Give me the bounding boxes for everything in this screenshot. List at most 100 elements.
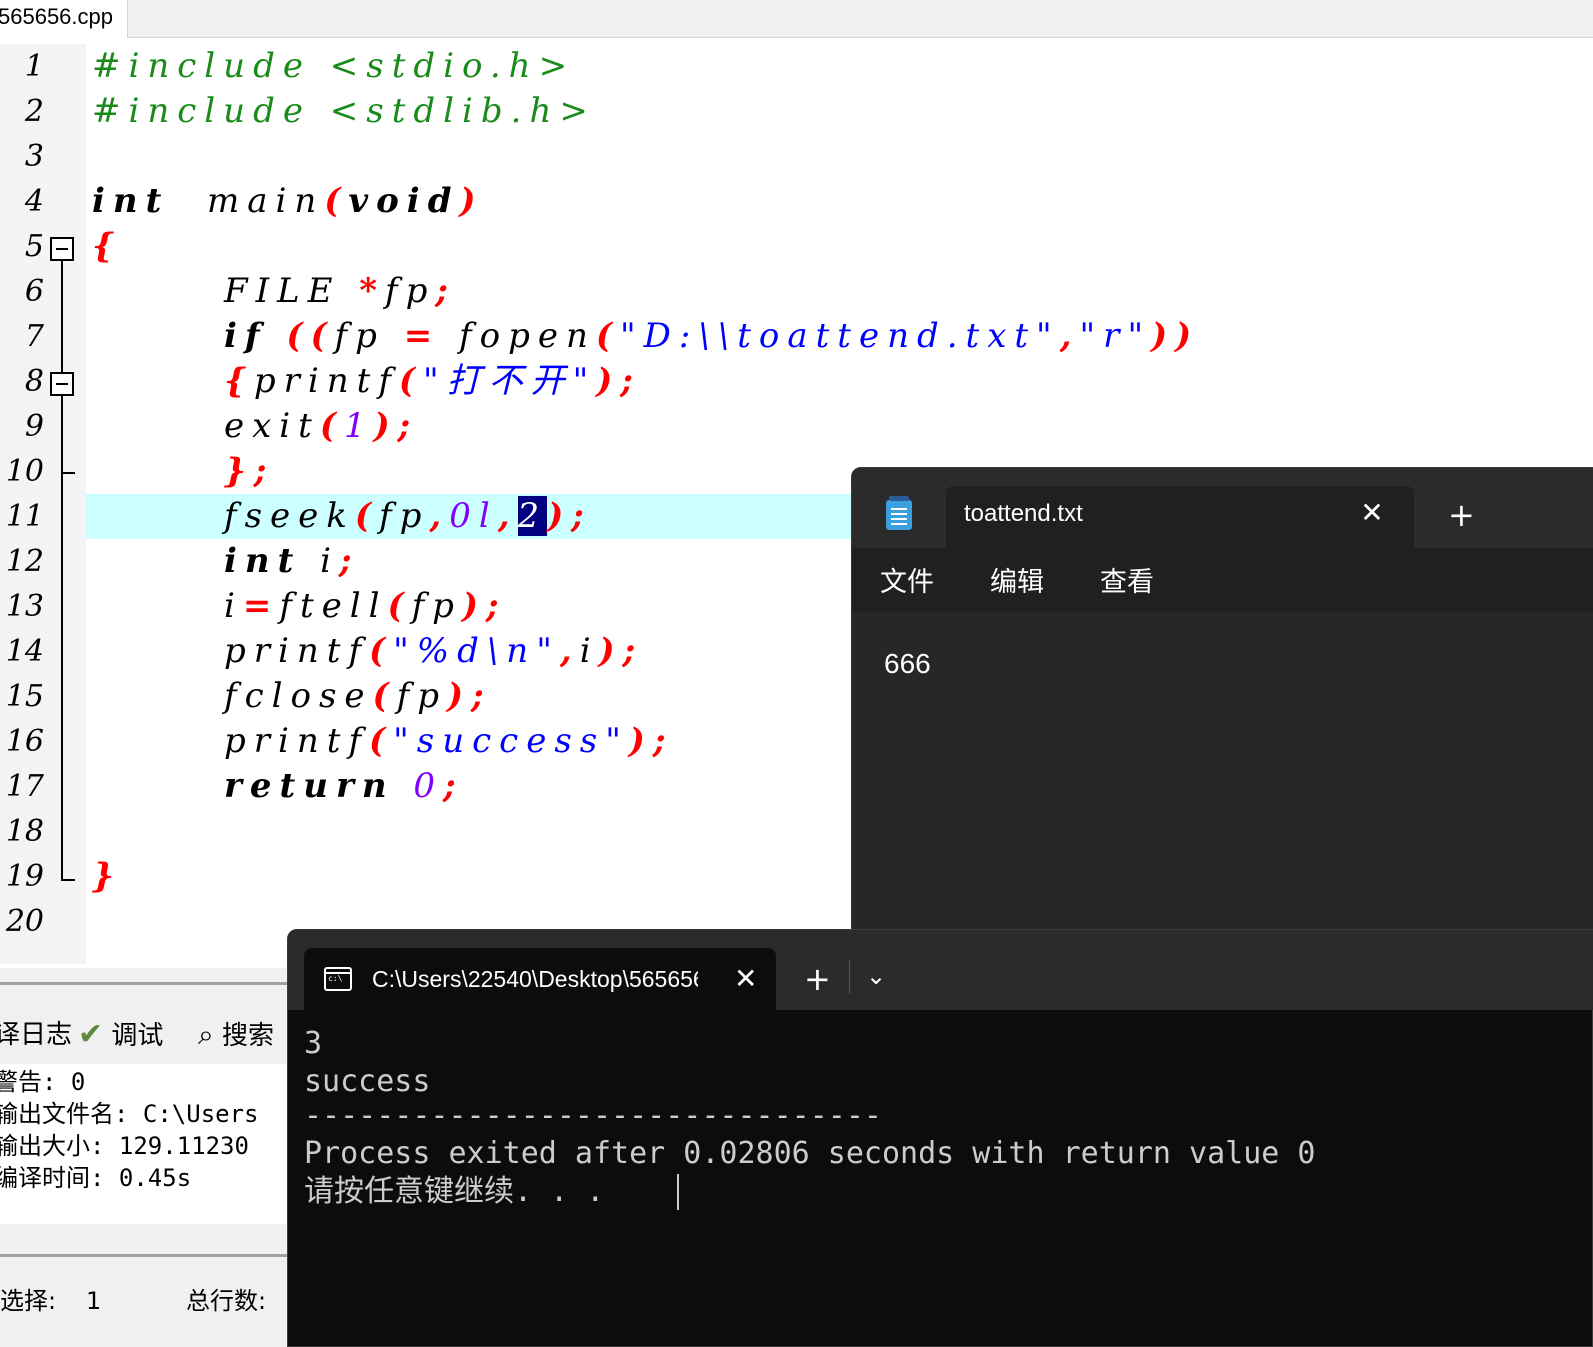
line-number: 7 [24,319,44,354]
line-number: 11 [5,499,44,534]
line-number-gutter: 1 2 3 4 5 6 7 8 9 10 11 12 13 14 15 16 1… [0,44,86,964]
string-literal: "r" [1079,316,1152,356]
operator: ) [459,181,484,221]
identifier: fp [378,496,430,536]
operator: ); [598,631,644,671]
line-number: 20 [5,904,44,939]
line-number: 2 [24,94,44,129]
log-compile-time: 编译时间: 0.45s [0,1164,192,1192]
identifier: fp [411,586,462,626]
notepad-title-bar[interactable]: toattend.txt ✕ + [852,468,1593,548]
line-number: 4 [24,184,44,219]
string-literal: "D:\\toattend.txt" [619,316,1060,356]
output-tabs: 译日志 ✔ 调试 ⌕ 搜索 [0,1012,300,1058]
operator: ( [398,361,424,401]
close-icon[interactable]: ✕ [1356,496,1388,529]
log-output-size: 输出大小: 129.11230 [0,1132,249,1160]
code-line: #include <stdio.h> [86,44,1593,89]
selected-text[interactable]: 2 [517,496,548,536]
code-line: int main(void) [86,179,1593,224]
tab-divider [849,960,850,994]
check-icon: ✔ [78,1017,104,1052]
terminal-title-bar[interactable]: C:\Users\22540\Desktop\565656.exe ✕ + ⌄ [288,930,1593,1010]
operator: ( [319,406,344,446]
line-number: 5 [24,229,44,264]
identifier: fseek [224,496,355,536]
line-number: 9 [24,409,44,444]
operator: ; [443,766,464,806]
identifier: printf [224,631,370,671]
line-number: 17 [5,769,44,804]
terminal-tab-title: C:\Users\22540\Desktop\565656.exe [372,966,698,992]
panel-splitter[interactable] [0,982,300,985]
line-number: 13 [5,589,44,624]
notepad-tab[interactable]: toattend.txt ✕ [946,486,1414,548]
operator: = [242,586,280,626]
fold-guide-line [61,260,63,880]
code-line: #include <stdlib.h> [86,89,1593,134]
terminal-line: success [304,1064,431,1099]
tab-debug[interactable]: ✔ 调试 [78,1012,163,1058]
operator: ( [595,316,620,356]
plus-icon[interactable]: + [804,960,831,998]
tab-compile-log[interactable]: 译日志 [0,1012,72,1058]
notepad-content: 666 [884,648,931,679]
notepad-tab-title: toattend.txt [964,500,1083,527]
identifier: fp [385,271,436,311]
operator: ( [387,586,412,626]
operator: ( [369,721,394,761]
operator: } [92,856,122,896]
identifier: printf [224,721,370,761]
line-number: 14 [5,634,44,669]
search-icon: ⌕ [198,1018,214,1051]
tab-label: 译日志 [0,1020,73,1050]
operator: ( [354,496,379,536]
preprocessor-directive: #include <stdio.h> [92,46,576,86]
line-number: 18 [5,814,44,849]
text-cursor [677,1174,679,1210]
editor-tab-bar: 565656.cpp [0,0,1593,38]
operator: ); [547,496,592,536]
code-line: FILE *fp; [86,269,1593,314]
chevron-down-icon[interactable]: ⌄ [866,962,886,990]
number-literal: 1 [343,406,374,446]
terminal-window: C:\Users\22540\Desktop\565656.exe ✕ + ⌄ … [287,929,1593,1347]
log-output-file: 输出文件名: C:\Users [0,1100,259,1128]
operator: , [497,496,518,536]
operator: = [403,316,441,356]
operator: , [429,496,450,536]
terminal-line: 3 [304,1026,323,1061]
status-bar: 选择: 1 总行数: [0,1278,300,1324]
operator: ; [339,541,360,581]
line-number: 12 [5,544,44,579]
terminal-output[interactable]: 3 success ------------------------------… [288,1010,1593,1347]
line-number: 15 [5,679,44,714]
plus-icon[interactable]: + [1448,496,1475,534]
menu-edit[interactable]: 编辑 [990,560,1044,599]
operator: ( [324,181,349,221]
status-select-label: 选择: [0,1287,57,1315]
fold-end-marker [61,879,75,881]
preprocessor-directive: #include <stdlib.h> [92,91,596,131]
tab-search[interactable]: ⌕ 搜索 [198,1012,274,1058]
status-total-lines-label: 总行数: [186,1287,267,1315]
menu-view[interactable]: 查看 [1100,560,1154,599]
fold-collapse-icon[interactable] [50,372,74,396]
string-literal: "%d\n" [393,631,560,671]
terminal-line: Process exited after 0.02806 seconds wit… [304,1136,1316,1171]
line-number: 3 [24,139,44,174]
number-literal: 0 [413,766,444,806]
operator: ); [447,676,492,716]
menu-file[interactable]: 文件 [880,560,934,599]
close-icon[interactable]: ✕ [734,962,757,995]
operator: , [559,631,580,671]
fold-collapse-icon[interactable] [50,237,74,261]
terminal-tab[interactable]: C:\Users\22540\Desktop\565656.exe ✕ [304,948,776,1010]
code-line: {printf("打不开"); [86,359,1593,404]
line-number: 16 [5,724,44,759]
operator: ; [435,271,456,311]
operator: { [224,361,254,401]
notepad-menu-bar: 文件 编辑 查看 [852,548,1593,612]
code-line: { [86,224,1593,269]
editor-file-tab[interactable]: 565656.cpp [0,0,128,38]
